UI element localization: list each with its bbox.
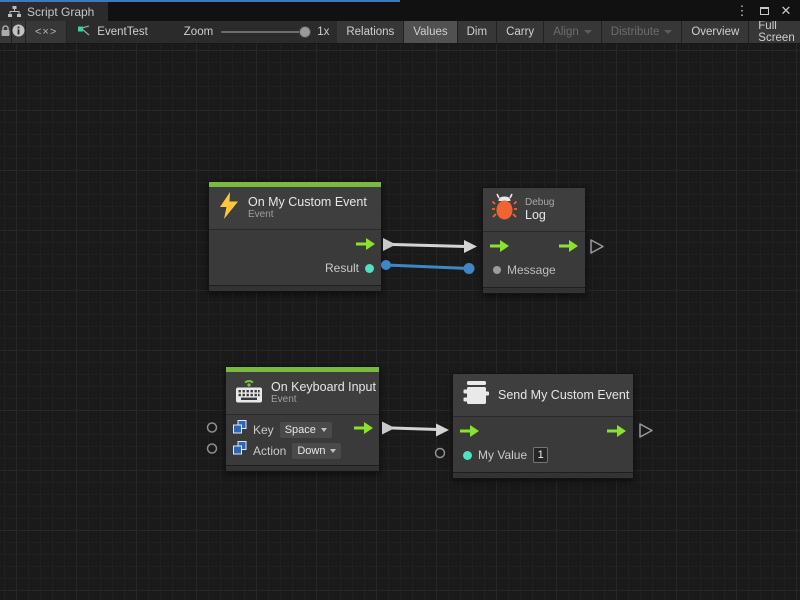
node-title: Send My Custom Event <box>498 388 629 402</box>
flow-input-port[interactable] <box>460 424 479 442</box>
info-icon <box>12 24 25 40</box>
edit-source-button[interactable]: <×> <box>26 21 67 43</box>
port-label-my-value: My Value <box>478 448 527 462</box>
node-footer <box>209 285 381 291</box>
window-controls: ⋮ ✕ <box>734 0 800 21</box>
node-on-keyboard-input[interactable]: On Keyboard Input Event Key Space <box>225 366 380 472</box>
port-label-key: Key <box>253 423 274 437</box>
tab-script-graph[interactable]: Script Graph <box>0 2 108 21</box>
flow-output-port[interactable] <box>559 239 578 257</box>
value-input-port[interactable] <box>463 451 472 460</box>
toolbar-button-distribute[interactable]: Distribute <box>602 21 683 43</box>
zoom-control: Zoom 1x <box>176 21 338 43</box>
tab-title: Script Graph <box>27 5 94 19</box>
bug-icon <box>492 193 517 226</box>
port-label-action: Action <box>253 444 286 458</box>
flow-wire-keyboard-to-send[interactable] <box>382 422 449 437</box>
unconnected-port-my-value[interactable] <box>436 449 445 458</box>
graph-hierarchy-icon <box>8 6 21 17</box>
graph-asset-icon <box>77 24 91 40</box>
graph-toolbar: <×> EventTest Zoom 1x Relations Values D… <box>0 21 800 44</box>
my-value-input[interactable] <box>533 447 548 463</box>
toolbar-button-align[interactable]: Align <box>544 21 602 43</box>
graph-name: EventTest <box>97 26 148 38</box>
node-subtitle: Event <box>271 394 376 406</box>
node-on-my-custom-event[interactable]: On My Custom Event Event Result <box>208 181 382 292</box>
toolbar-button-overview[interactable]: Overview <box>682 21 749 43</box>
flow-output-port[interactable] <box>356 237 375 255</box>
node-footer <box>483 287 585 293</box>
focused-panel-indicator <box>0 0 400 2</box>
lock-icon <box>0 25 11 40</box>
value-wire-result-to-message[interactable] <box>381 260 475 274</box>
close-icon[interactable]: ✕ <box>778 3 794 19</box>
zoom-slider[interactable] <box>221 31 309 33</box>
toolbar-button-relations[interactable]: Relations <box>337 21 404 43</box>
unconnected-port-key[interactable] <box>208 423 217 432</box>
toolbar-button-values[interactable]: Values <box>404 21 457 43</box>
flow-output-port[interactable] <box>354 421 373 439</box>
node-debug-log[interactable]: Debug Log Message <box>482 187 586 294</box>
unconnected-flow-out-log[interactable] <box>591 240 603 253</box>
node-title: Log <box>525 208 554 222</box>
key-dropdown[interactable]: Space <box>280 422 332 438</box>
value-input-port[interactable] <box>493 266 501 274</box>
script-graph-window: Script Graph ⋮ ✕ <box>0 0 800 600</box>
chevron-down-icon <box>664 30 672 34</box>
enum-type-icon <box>233 420 247 439</box>
toolbar-button-dim[interactable]: Dim <box>458 21 497 43</box>
chevron-down-icon <box>330 449 336 453</box>
node-title: On Keyboard Input <box>271 380 376 394</box>
value-output-port[interactable] <box>365 264 374 273</box>
chevron-down-icon <box>321 428 327 432</box>
node-subtitle: Event <box>248 209 367 221</box>
unconnected-flow-out-send[interactable] <box>640 424 652 437</box>
toolbar-button-carry[interactable]: Carry <box>497 21 544 43</box>
maximize-icon[interactable] <box>756 3 772 19</box>
zoom-label: Zoom <box>184 26 213 38</box>
code-icon: <×> <box>35 26 57 38</box>
flow-input-port[interactable] <box>490 239 509 257</box>
graph-canvas[interactable]: On My Custom Event Event Result <box>0 44 800 600</box>
port-label-result: Result <box>325 261 359 275</box>
zoom-value: 1x <box>317 26 329 38</box>
title-bar: Script Graph ⋮ ✕ <box>0 0 800 21</box>
flow-wire-custom-event-to-log[interactable] <box>383 238 477 253</box>
action-dropdown[interactable]: Down <box>292 443 341 459</box>
toolbar-button-fullscreen[interactable]: Full Screen <box>749 21 800 43</box>
event-machine-icon <box>462 379 490 412</box>
lock-button[interactable] <box>0 21 12 43</box>
window-menu-icon[interactable]: ⋮ <box>734 3 750 19</box>
enum-type-icon <box>233 441 247 460</box>
node-footer <box>453 472 633 478</box>
inspect-button[interactable] <box>12 21 26 43</box>
graph-breadcrumb[interactable]: EventTest <box>67 21 158 43</box>
keyboard-icon <box>235 377 263 410</box>
chevron-down-icon <box>584 30 592 34</box>
node-title-small: Debug <box>525 197 554 209</box>
flow-output-port[interactable] <box>607 424 626 442</box>
lightning-bolt-icon <box>218 192 240 224</box>
zoom-slider-handle[interactable] <box>299 26 311 38</box>
unconnected-port-action[interactable] <box>208 444 217 453</box>
node-send-my-custom-event[interactable]: Send My Custom Event My Value <box>452 373 634 479</box>
node-title: On My Custom Event <box>248 195 367 209</box>
port-label-message: Message <box>507 263 556 277</box>
node-footer <box>226 465 379 471</box>
